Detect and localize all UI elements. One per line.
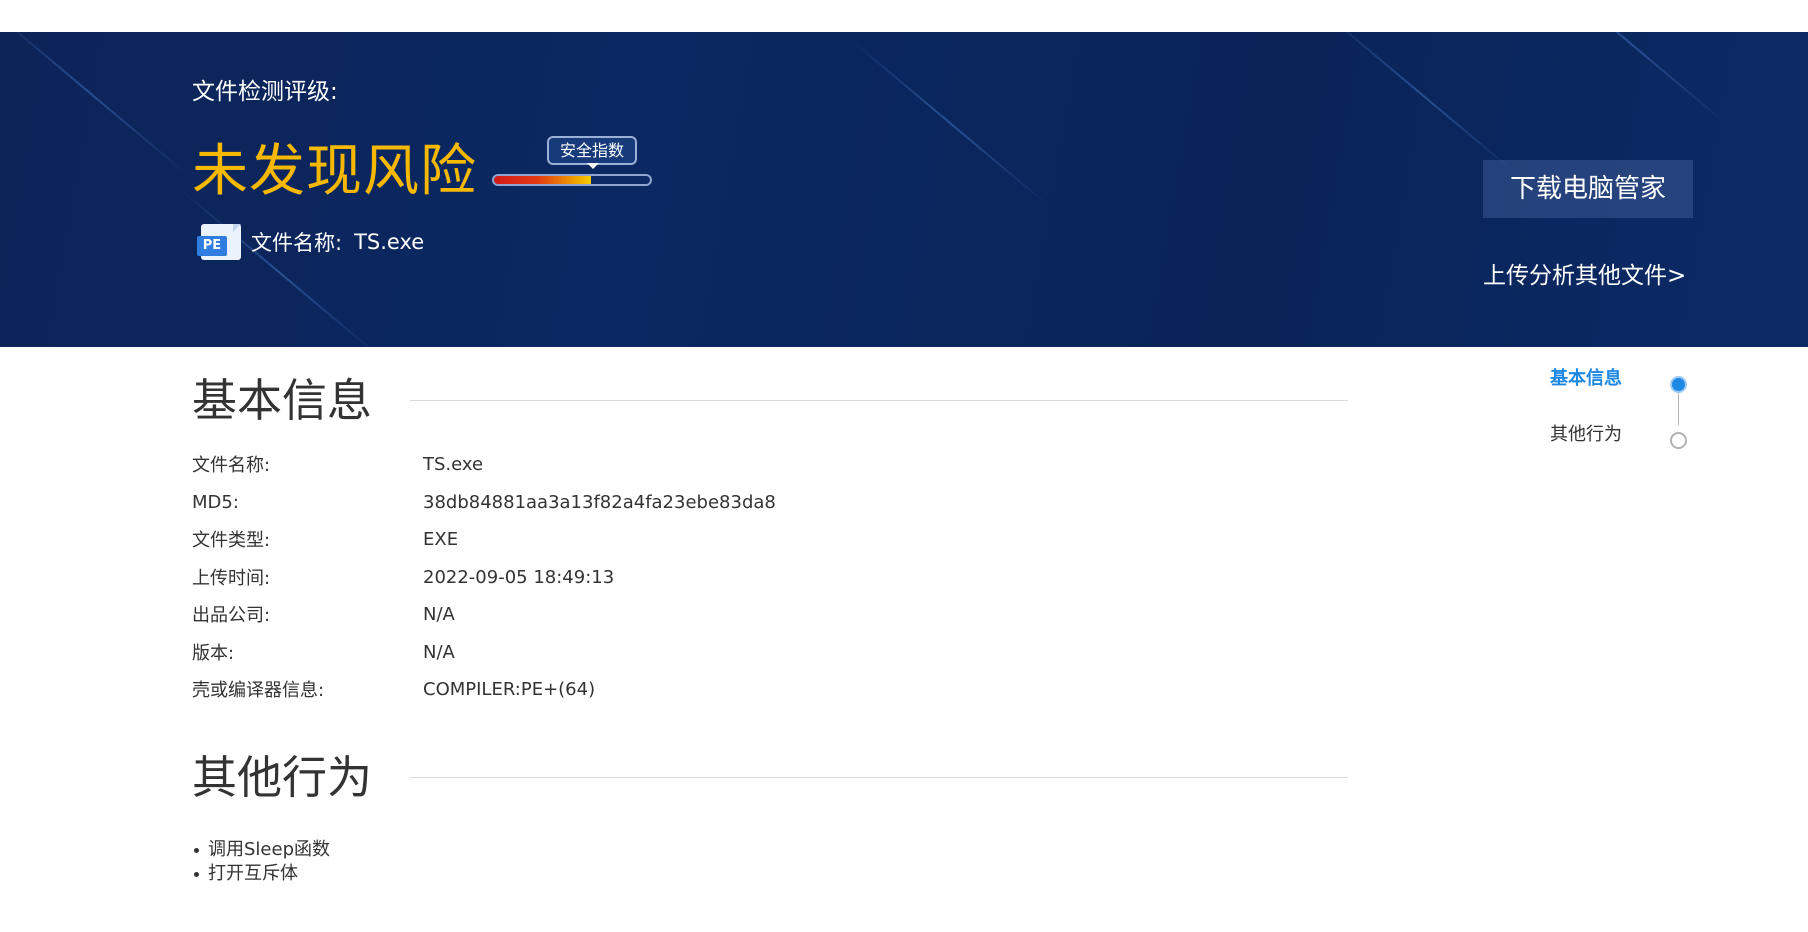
rating-label: 文件检测评级: — [192, 79, 338, 105]
info-row: 文件类型: EXE — [192, 527, 459, 552]
behavior-text: 打开互斥体 — [208, 863, 298, 884]
basic-info-title: 基本信息 — [192, 374, 373, 427]
gauge-pointer-icon — [587, 163, 599, 169]
info-row: 版本: N/A — [192, 640, 455, 665]
file-name-label: 文件名称: — [251, 231, 343, 255]
file-summary: PE 文件名称: TS.exe — [197, 224, 424, 260]
top-bar — [0, 0, 1808, 32]
decor-streak — [179, 188, 381, 347]
side-nav-other-behavior[interactable]: 其他行为 — [1550, 420, 1622, 446]
info-value: 38db84881aa3a13f82a4fa23ebe83da8 — [423, 491, 776, 513]
info-value: N/A — [423, 641, 455, 663]
gauge-label: 安全指数 — [547, 136, 637, 165]
info-row: MD5: 38db84881aa3a13f82a4fa23ebe83da8 — [192, 490, 776, 514]
info-key: 文件类型: — [192, 530, 271, 551]
info-key: 文件名称: — [192, 455, 271, 476]
info-value: COMPILER:PE+(64) — [423, 678, 596, 700]
info-key: 版本: — [192, 643, 235, 664]
info-key: 出品公司: — [192, 605, 271, 626]
behavior-text: 调用Sleep函数 — [208, 839, 331, 860]
behavior-list: 调用Sleep函数 打开互斥体 — [192, 838, 330, 886]
info-value: EXE — [423, 528, 459, 550]
side-nav: 基本信息 其他行为 — [1540, 368, 1700, 449]
side-nav-basic-info[interactable]: 基本信息 — [1550, 364, 1622, 390]
hero-banner: 文件检测评级: 未发现风险 安全指数 PE 文件名称: TS.exe 下载电脑管… — [0, 32, 1808, 347]
bullet-icon — [194, 848, 199, 853]
bullet-icon — [194, 872, 199, 877]
file-name-value: TS.exe — [354, 230, 425, 254]
list-item: 打开互斥体 — [192, 862, 330, 886]
info-row: 壳或编译器信息: COMPILER:PE+(64) — [192, 677, 596, 702]
other-behavior-title: 其他行为 — [192, 751, 373, 804]
pe-file-icon: PE — [197, 224, 243, 260]
info-value: TS.exe — [423, 453, 484, 475]
info-row: 上传时间: 2022-09-05 18:49:13 — [192, 565, 615, 590]
decor-streak — [1319, 32, 1521, 178]
info-row: 出品公司: N/A — [192, 602, 455, 627]
gauge-fill — [494, 176, 591, 184]
info-value: 2022-09-05 18:49:13 — [423, 566, 615, 588]
upload-other-file-link[interactable]: 上传分析其他文件> — [1483, 256, 1695, 290]
active-node-icon[interactable] — [1670, 376, 1687, 393]
info-key: 壳或编译器信息: — [192, 680, 325, 701]
info-key: 上传时间: — [192, 568, 271, 589]
download-manager-button[interactable]: 下载电脑管家 — [1483, 160, 1693, 218]
info-value: N/A — [423, 603, 455, 625]
section-divider — [410, 400, 1348, 401]
info-row: 文件名称: TS.exe — [192, 452, 484, 477]
decor-streak — [0, 32, 191, 178]
section-divider — [410, 777, 1348, 778]
risk-result: 未发现风险 — [192, 139, 477, 204]
decor-streak — [849, 38, 1051, 208]
list-item: 调用Sleep函数 — [192, 838, 330, 862]
info-key: MD5: — [192, 491, 239, 513]
safety-gauge — [492, 174, 652, 186]
inactive-node-icon[interactable] — [1670, 432, 1687, 449]
decor-streak — [1529, 32, 1731, 128]
